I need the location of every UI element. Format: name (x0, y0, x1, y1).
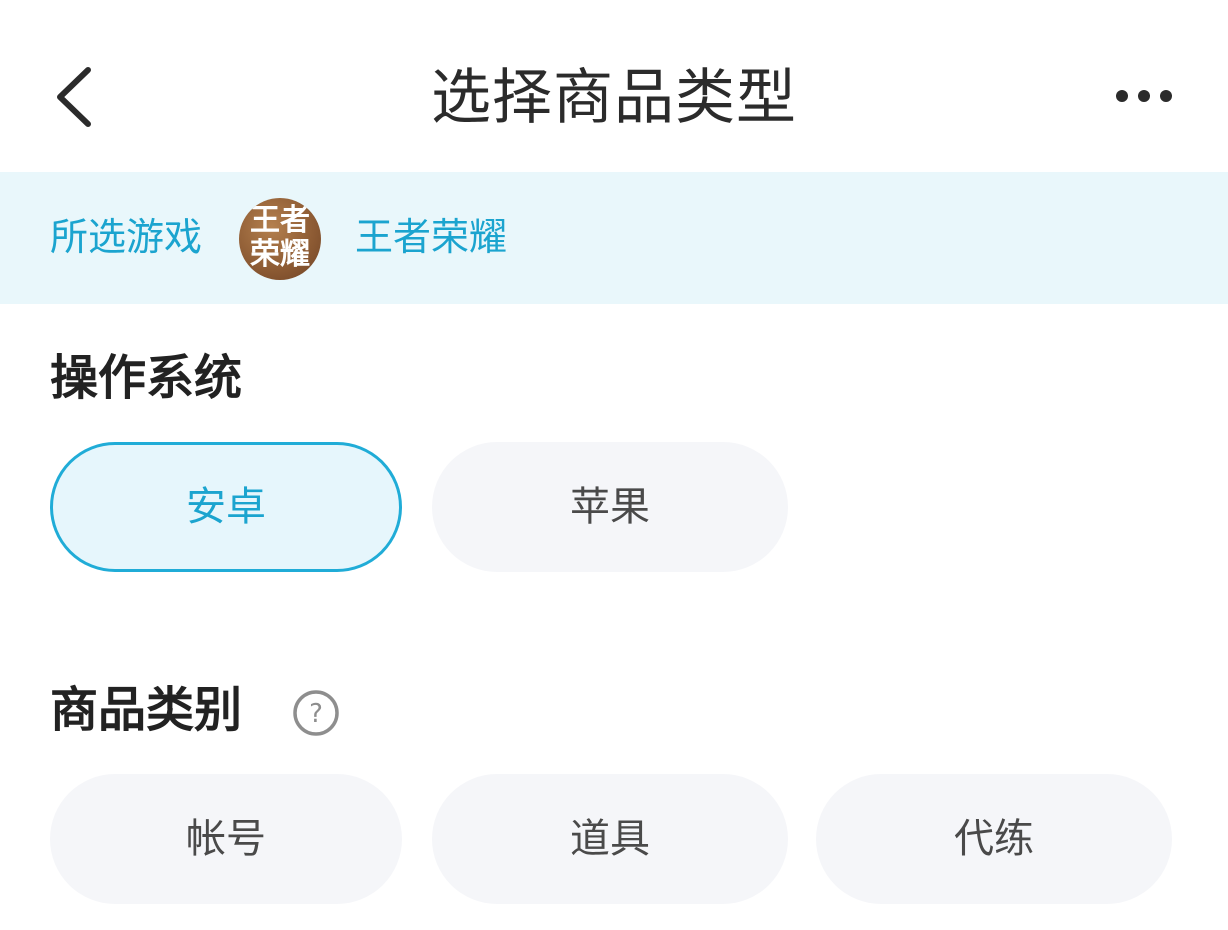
category-option-boosting[interactable]: 代练 (816, 774, 1172, 904)
os-option-label: 苹果 (570, 484, 650, 530)
category-section-title: 商品类别 (50, 682, 243, 738)
os-section-title: 操作系统 (50, 350, 243, 406)
category-option-account[interactable]: 帐号 (50, 774, 402, 904)
os-option-ios[interactable]: 苹果 (432, 442, 788, 572)
game-logo: 王者荣耀 (239, 198, 321, 280)
selected-game-name: 王者荣耀 (355, 215, 508, 259)
more-button[interactable] (1100, 70, 1190, 122)
os-option-label: 安卓 (186, 484, 266, 530)
svg-text:?: ? (309, 699, 323, 729)
os-option-android[interactable]: 安卓 (50, 442, 402, 572)
question-circle-icon: ? (293, 690, 339, 736)
category-option-label: 道具 (570, 816, 650, 862)
selected-game-bar[interactable]: 所选游戏 王者荣耀 王者荣耀 (0, 172, 1228, 304)
category-option-label: 帐号 (186, 816, 266, 862)
top-bar: 选择商品类型 (0, 0, 1228, 172)
game-logo-text: 王者荣耀 (250, 203, 310, 272)
category-option-label: 代练 (954, 816, 1034, 862)
page-title: 选择商品类型 (431, 63, 797, 133)
category-option-item[interactable]: 道具 (432, 774, 788, 904)
selected-game-label: 所选游戏 (50, 215, 203, 259)
help-button[interactable]: ? (291, 688, 341, 738)
more-horizontal-icon (1116, 90, 1172, 102)
